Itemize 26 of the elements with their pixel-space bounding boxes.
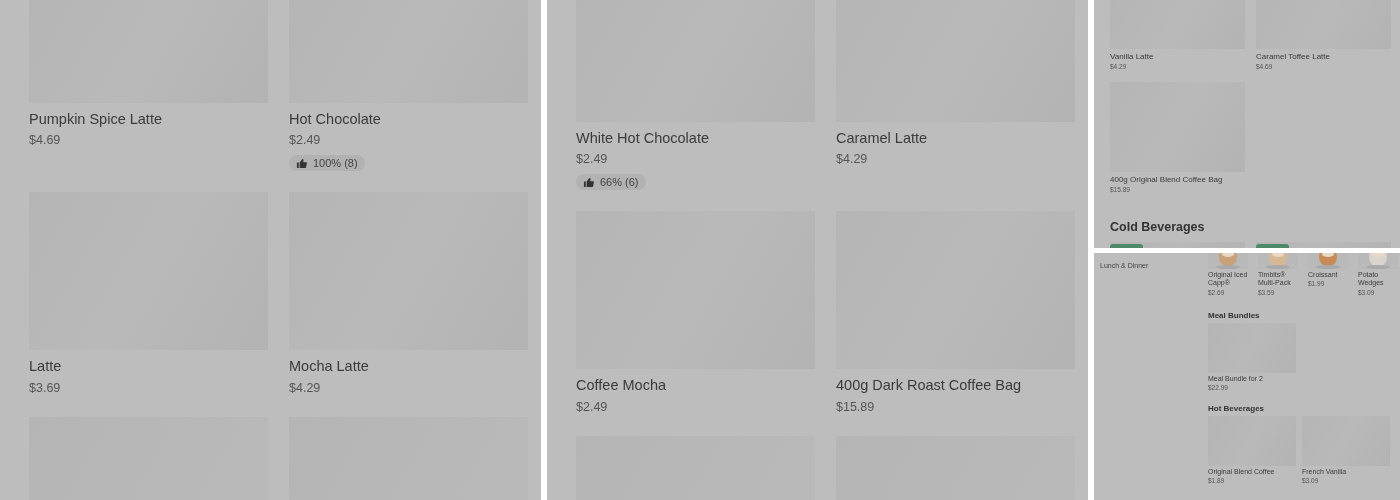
thumbs-up-icon	[296, 157, 307, 169]
item-name[interactable]: Latte	[29, 358, 62, 376]
item-name[interactable]: Hot Chocolate	[289, 111, 381, 129]
item-price: $4.29	[289, 380, 321, 396]
item-name[interactable]: Caramel Latte	[836, 130, 928, 148]
item-name[interactable]: Caramel Toffee Latte	[1256, 52, 1330, 62]
item-name[interactable]: 400g Dark Roast Coffee Bag	[836, 377, 1022, 395]
section-heading: Hot Beverages	[1208, 403, 1266, 413]
item-name[interactable]: White Hot Chocolate	[576, 130, 709, 148]
item-name[interactable]: Mocha Latte	[289, 358, 369, 376]
thumbs-up-icon	[583, 176, 594, 188]
item-name[interactable]: 400g Original Blend Coffee Bag	[1110, 175, 1223, 185]
item-name[interactable]: Vanilla Latte	[1110, 52, 1154, 62]
item-name[interactable]: Coffee Mocha	[576, 377, 666, 395]
rating-badge: 100% (8)	[289, 155, 365, 172]
item-price: $2.49	[576, 152, 608, 168]
item-price: $2.49	[289, 133, 321, 149]
item-price: $15.89	[836, 399, 875, 415]
rating-badge: 66% (6)	[576, 174, 646, 191]
item-price: $4.69	[29, 133, 61, 149]
section-heading: Cold Beverages	[1110, 219, 1206, 234]
item-price: $3.69	[29, 380, 61, 396]
item-name[interactable]: Pumpkin Spice Latte	[29, 111, 162, 129]
section-heading: Meal Bundles	[1208, 310, 1261, 320]
item-price: $2.49	[576, 399, 608, 415]
item-price: $4.29	[836, 152, 868, 168]
